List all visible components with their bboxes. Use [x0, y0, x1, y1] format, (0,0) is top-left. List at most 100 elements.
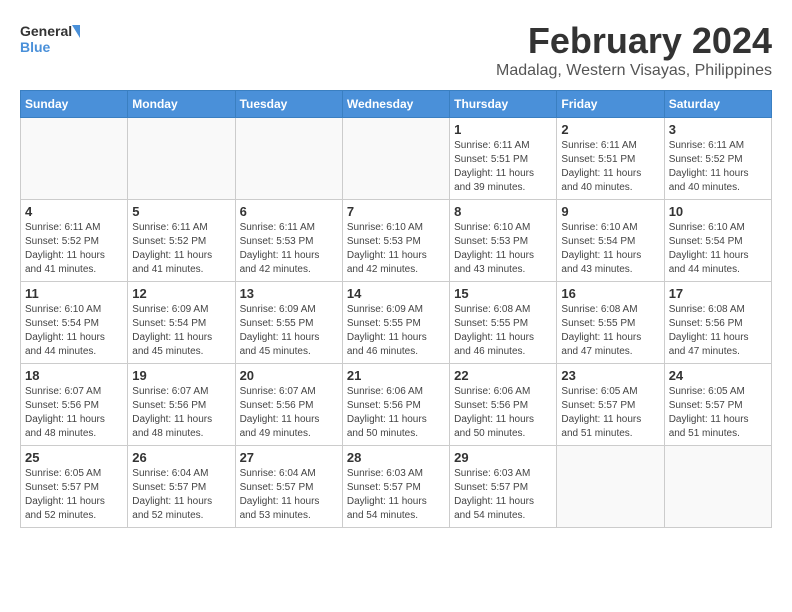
day-number-11: 11: [25, 286, 123, 301]
day-12: 12 Sunrise: 6:09 AM Sunset: 5:54 PM Dayli…: [128, 282, 235, 364]
svg-text:Blue: Blue: [20, 39, 51, 55]
subtitle: Madalag, Western Visayas, Philippines: [496, 62, 772, 80]
day-number-24: 24: [669, 368, 767, 383]
empty-cell: [128, 118, 235, 200]
day-16: 16Sunrise: 6:08 AM Sunset: 5:55 PM Dayli…: [557, 282, 664, 364]
week-row-5: 25Sunrise: 6:05 AM Sunset: 5:57 PM Dayli…: [21, 446, 772, 528]
day-number-10: 10: [669, 204, 767, 219]
logo-svg: General Blue: [20, 20, 80, 60]
day-7: 7 Sunrise: 6:10 AM Sunset: 5:53 PM Daylig…: [342, 200, 449, 282]
day-number-8: 8: [454, 204, 552, 219]
day-info-26: Sunrise: 6:04 AM Sunset: 5:57 PM Dayligh…: [132, 467, 230, 523]
calendar-header: SundayMondayTuesdayWednesdayThursdayFrid…: [21, 91, 772, 118]
header-friday: Friday: [557, 91, 664, 118]
day-2: 2 Sunrise: 6:11 AM Sunset: 5:51 PM Daylig…: [557, 118, 664, 200]
header-tuesday: Tuesday: [235, 91, 342, 118]
day-11: 11Sunrise: 6:10 AM Sunset: 5:54 PM Dayli…: [21, 282, 128, 364]
day-info-19: Sunrise: 6:07 AM Sunset: 5:56 PM Dayligh…: [132, 385, 230, 441]
day-number-3: 3: [669, 122, 767, 137]
day-number-7: 7: [347, 204, 445, 219]
day-number-13: 13: [240, 286, 338, 301]
day-number-5: 5: [132, 204, 230, 219]
empty-cell: [235, 118, 342, 200]
header-thursday: Thursday: [450, 91, 557, 118]
header: General Blue February 2024 Madalag, West…: [20, 20, 772, 80]
day-number-2: 2: [561, 122, 659, 137]
day-number-18: 18: [25, 368, 123, 383]
day-number-14: 14: [347, 286, 445, 301]
day-number-6: 6: [240, 204, 338, 219]
day-info-15: Sunrise: 6:08 AM Sunset: 5:55 PM Dayligh…: [454, 303, 552, 359]
day-number-19: 19: [132, 368, 230, 383]
week-row-1: 1 Sunrise: 6:11 AM Sunset: 5:51 PM Daylig…: [21, 118, 772, 200]
day-5: 5 Sunrise: 6:11 AM Sunset: 5:52 PM Daylig…: [128, 200, 235, 282]
empty-cell: [557, 446, 664, 528]
logo: General Blue: [20, 20, 80, 60]
week-row-3: 11Sunrise: 6:10 AM Sunset: 5:54 PM Dayli…: [21, 282, 772, 364]
day-27: 27 Sunrise: 6:04 AM Sunset: 5:57 PM Dayli…: [235, 446, 342, 528]
day-info-6: Sunrise: 6:11 AM Sunset: 5:53 PM Dayligh…: [240, 221, 338, 277]
day-23: 23 Sunrise: 6:05 AM Sunset: 5:57 PM Dayli…: [557, 364, 664, 446]
header-wednesday: Wednesday: [342, 91, 449, 118]
day-number-26: 26: [132, 450, 230, 465]
day-3: 3 Sunrise: 6:11 AM Sunset: 5:52 PM Daylig…: [664, 118, 771, 200]
day-info-7: Sunrise: 6:10 AM Sunset: 5:53 PM Dayligh…: [347, 221, 445, 277]
day-number-28: 28: [347, 450, 445, 465]
header-saturday: Saturday: [664, 91, 771, 118]
day-info-12: Sunrise: 6:09 AM Sunset: 5:54 PM Dayligh…: [132, 303, 230, 359]
day-19: 19 Sunrise: 6:07 AM Sunset: 5:56 PM Dayli…: [128, 364, 235, 446]
day-number-23: 23: [561, 368, 659, 383]
week-row-4: 18 Sunrise: 6:07 AM Sunset: 5:56 PM Dayli…: [21, 364, 772, 446]
header-monday: Monday: [128, 91, 235, 118]
header-row: SundayMondayTuesdayWednesdayThursdayFrid…: [21, 91, 772, 118]
day-26: 26 Sunrise: 6:04 AM Sunset: 5:57 PM Dayli…: [128, 446, 235, 528]
day-info-9: Sunrise: 6:10 AM Sunset: 5:54 PM Dayligh…: [561, 221, 659, 277]
day-info-16: Sunrise: 6:08 AM Sunset: 5:55 PM Dayligh…: [561, 303, 659, 359]
empty-cell: [664, 446, 771, 528]
day-info-4: Sunrise: 6:11 AM Sunset: 5:52 PM Dayligh…: [25, 221, 123, 277]
day-number-25: 25: [25, 450, 123, 465]
day-9: 9 Sunrise: 6:10 AM Sunset: 5:54 PM Daylig…: [557, 200, 664, 282]
day-info-3: Sunrise: 6:11 AM Sunset: 5:52 PM Dayligh…: [669, 139, 767, 195]
day-info-2: Sunrise: 6:11 AM Sunset: 5:51 PM Dayligh…: [561, 139, 659, 195]
day-1: 1 Sunrise: 6:11 AM Sunset: 5:51 PM Daylig…: [450, 118, 557, 200]
day-info-23: Sunrise: 6:05 AM Sunset: 5:57 PM Dayligh…: [561, 385, 659, 441]
day-info-8: Sunrise: 6:10 AM Sunset: 5:53 PM Dayligh…: [454, 221, 552, 277]
day-15: 15 Sunrise: 6:08 AM Sunset: 5:55 PM Dayli…: [450, 282, 557, 364]
main-title: February 2024: [496, 20, 772, 62]
header-sunday: Sunday: [21, 91, 128, 118]
day-number-21: 21: [347, 368, 445, 383]
calendar-table: SundayMondayTuesdayWednesdayThursdayFrid…: [20, 90, 772, 528]
svg-text:General: General: [20, 23, 72, 39]
day-24: 24Sunrise: 6:05 AM Sunset: 5:57 PM Dayli…: [664, 364, 771, 446]
day-info-5: Sunrise: 6:11 AM Sunset: 5:52 PM Dayligh…: [132, 221, 230, 277]
day-info-17: Sunrise: 6:08 AM Sunset: 5:56 PM Dayligh…: [669, 303, 767, 359]
day-info-27: Sunrise: 6:04 AM Sunset: 5:57 PM Dayligh…: [240, 467, 338, 523]
day-info-22: Sunrise: 6:06 AM Sunset: 5:56 PM Dayligh…: [454, 385, 552, 441]
day-number-9: 9: [561, 204, 659, 219]
day-13: 13 Sunrise: 6:09 AM Sunset: 5:55 PM Dayli…: [235, 282, 342, 364]
day-number-29: 29: [454, 450, 552, 465]
day-number-4: 4: [25, 204, 123, 219]
day-info-21: Sunrise: 6:06 AM Sunset: 5:56 PM Dayligh…: [347, 385, 445, 441]
day-25: 25Sunrise: 6:05 AM Sunset: 5:57 PM Dayli…: [21, 446, 128, 528]
day-number-12: 12: [132, 286, 230, 301]
day-number-17: 17: [669, 286, 767, 301]
day-4: 4 Sunrise: 6:11 AM Sunset: 5:52 PM Daylig…: [21, 200, 128, 282]
day-info-13: Sunrise: 6:09 AM Sunset: 5:55 PM Dayligh…: [240, 303, 338, 359]
day-number-15: 15: [454, 286, 552, 301]
day-number-22: 22: [454, 368, 552, 383]
day-6: 6 Sunrise: 6:11 AM Sunset: 5:53 PM Daylig…: [235, 200, 342, 282]
empty-cell: [342, 118, 449, 200]
day-29: 29Sunrise: 6:03 AM Sunset: 5:57 PM Dayli…: [450, 446, 557, 528]
day-14: 14Sunrise: 6:09 AM Sunset: 5:55 PM Dayli…: [342, 282, 449, 364]
day-20: 20Sunrise: 6:07 AM Sunset: 5:56 PM Dayli…: [235, 364, 342, 446]
day-number-1: 1: [454, 122, 552, 137]
day-info-20: Sunrise: 6:07 AM Sunset: 5:56 PM Dayligh…: [240, 385, 338, 441]
title-block: February 2024 Madalag, Western Visayas, …: [496, 20, 772, 80]
day-info-1: Sunrise: 6:11 AM Sunset: 5:51 PM Dayligh…: [454, 139, 552, 195]
day-number-27: 27: [240, 450, 338, 465]
day-17: 17 Sunrise: 6:08 AM Sunset: 5:56 PM Dayli…: [664, 282, 771, 364]
day-21: 21 Sunrise: 6:06 AM Sunset: 5:56 PM Dayli…: [342, 364, 449, 446]
empty-cell: [21, 118, 128, 200]
